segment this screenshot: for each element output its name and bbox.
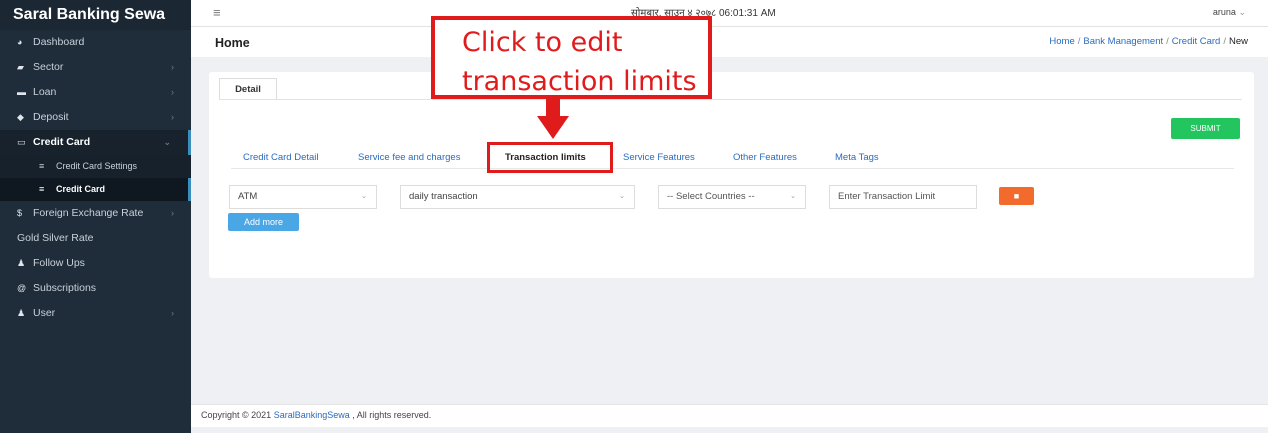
sidebar-item-label: Gold Silver Rate <box>17 232 94 244</box>
sidebar-item-dashboard[interactable]: ◕ Dashboard <box>0 30 191 55</box>
sidebar-subitem-label: Credit Card <box>56 184 106 194</box>
annotation-line-2: transaction limits <box>462 66 697 97</box>
sidebar-item-label: Foreign Exchange Rate <box>33 207 144 219</box>
tab-detail[interactable]: Detail <box>219 78 277 100</box>
footer-prefix: Copyright © 2021 <box>201 410 274 420</box>
annotation-highlight-box <box>487 142 613 173</box>
annotation-line-1: Click to edit <box>462 27 623 58</box>
sidebar-item-foreign-exchange-rate[interactable]: $ Foreign Exchange Rate › <box>0 201 191 226</box>
sidebar-item-credit-card[interactable]: ▭ Credit Card ⌄ <box>0 130 191 155</box>
subtab-other-features[interactable]: Other Features <box>733 152 797 163</box>
delete-row-button[interactable]: ■ <box>999 187 1034 205</box>
subtab-credit-card-detail[interactable]: Credit Card Detail <box>243 152 319 163</box>
sidebar-item-deposit[interactable]: ◆ Deposit › <box>0 105 191 130</box>
chevron-right-icon: › <box>171 87 174 97</box>
chevron-down-icon: ⌄ <box>619 193 625 200</box>
transaction-limit-placeholder: Enter Transaction Limit <box>838 191 936 202</box>
sidebar-item-follow-ups[interactable]: ♟ Follow Ups <box>0 251 191 276</box>
footer-suffix: , All rights reserved. <box>349 410 432 420</box>
breadcrumb-credit-card[interactable]: Credit Card <box>1172 36 1221 47</box>
footer-link[interactable]: SaralBankingSewa <box>274 410 350 420</box>
sidebar-item-label: Sector <box>33 61 64 73</box>
sidebar-subitem-credit-card[interactable]: ≡ Credit Card <box>0 178 191 201</box>
sidebar-item-label: Follow Ups <box>33 257 85 269</box>
sidebar-item-loan[interactable]: ▬ Loan › <box>0 80 191 105</box>
subtab-divider <box>231 168 1234 169</box>
chevron-right-icon: › <box>171 112 174 122</box>
sidebar-item-label: Subscriptions <box>33 282 97 294</box>
sidebar-item-sector[interactable]: ▰ Sector › <box>0 55 191 80</box>
sidebar-subitem-credit-card-settings[interactable]: ≡ Credit Card Settings <box>0 155 191 178</box>
footer-copyright: Copyright © 2021 SaralBankingSewa , All … <box>201 410 431 420</box>
sidebar-item-label: Loan <box>33 86 57 98</box>
dollar-icon: $ <box>17 208 23 218</box>
breadcrumb-bank-management[interactable]: Bank Management <box>1083 36 1163 47</box>
breadcrumb-home[interactable]: Home <box>1049 36 1074 47</box>
user-menu[interactable]: aruna ⌄ <box>1213 7 1246 18</box>
dashboard-icon: ◕ <box>17 37 23 47</box>
list-icon: ≡ <box>39 161 45 171</box>
tab-divider <box>219 99 1242 100</box>
trash-icon: ■ <box>1013 191 1020 201</box>
sidebar: Saral Banking Sewa ◕ Dashboard ▰ Sector › ▬… <box>0 0 191 433</box>
sidebar-item-label: User <box>33 307 56 319</box>
breadcrumb: Home / Bank Management / Credit Card / New <box>1049 36 1248 47</box>
annotation-text: Click to edit transaction limits <box>462 23 697 101</box>
subtab-meta-tags[interactable]: Meta Tags <box>835 152 879 163</box>
countries-select-placeholder: -- Select Countries -- <box>667 191 755 202</box>
sidebar-item-user[interactable]: ♟ User › <box>0 301 191 326</box>
page-header: Home Home / Bank Management / Credit Card / Ne… <box>191 27 1268 57</box>
sector-icon: ▰ <box>17 62 24 72</box>
breadcrumb-current: New <box>1228 36 1248 47</box>
sidebar-item-label: Dashboard <box>33 36 85 48</box>
chevron-right-icon: › <box>171 208 174 218</box>
chevron-right-icon: › <box>171 62 174 72</box>
credit-card-icon: ▭ <box>17 137 26 147</box>
add-more-button[interactable]: Add more <box>228 213 299 231</box>
chevron-down-icon: ⌄ <box>361 193 367 200</box>
top-navbar: ≡ सोमबार, साउन ४ २०७८ 06:01:31 AM aruna … <box>191 0 1268 27</box>
channel-select-value: ATM <box>238 191 258 202</box>
loan-icon: ▬ <box>17 87 26 97</box>
period-select-value: daily transaction <box>409 191 478 202</box>
sidebar-item-gold-silver-rate[interactable]: Gold Silver Rate <box>0 226 191 251</box>
sidebar-subitem-label: Credit Card Settings <box>56 161 138 171</box>
channel-select[interactable]: ATM ⌄ <box>229 185 377 209</box>
chevron-down-icon: ⌄ <box>163 137 171 147</box>
transaction-limit-input[interactable]: Enter Transaction Limit <box>829 185 977 209</box>
submit-button[interactable]: SUBMIT <box>1171 118 1240 139</box>
deposit-icon: ◆ <box>17 112 24 122</box>
countries-select[interactable]: -- Select Countries -- ⌄ <box>658 185 806 209</box>
subscriptions-icon: @ <box>17 283 27 293</box>
annotation-arrow-down-icon <box>537 116 569 139</box>
annotation-callout: Click to edit transaction limits <box>431 16 712 99</box>
users-icon: ♟ <box>17 308 26 318</box>
sidebar-item-subscriptions[interactable]: @ Subscriptions <box>0 276 191 301</box>
page-title: Home <box>215 36 250 50</box>
period-select[interactable]: daily transaction ⌄ <box>400 185 635 209</box>
follow-ups-icon: ♟ <box>17 258 26 268</box>
footer: Copyright © 2021 SaralBankingSewa , All … <box>191 404 1268 427</box>
subtab-service-fee-and-charges[interactable]: Service fee and charges <box>358 152 460 163</box>
annotation-arrow-shaft <box>546 99 560 116</box>
hamburger-menu-icon[interactable]: ≡ <box>213 5 221 20</box>
chevron-down-icon: ⌄ <box>1238 7 1246 17</box>
list-icon: ≡ <box>39 184 45 194</box>
sidebar-item-label: Credit Card <box>33 136 91 148</box>
form-card: Detail SUBMIT Credit Card Detail Service… <box>209 72 1254 278</box>
app-brand[interactable]: Saral Banking Sewa <box>0 0 191 30</box>
chevron-right-icon: › <box>171 308 174 318</box>
user-name: aruna <box>1212 7 1236 17</box>
subtab-service-features[interactable]: Service Features <box>623 152 695 163</box>
chevron-down-icon: ⌄ <box>790 193 796 200</box>
sidebar-item-label: Deposit <box>33 111 69 123</box>
